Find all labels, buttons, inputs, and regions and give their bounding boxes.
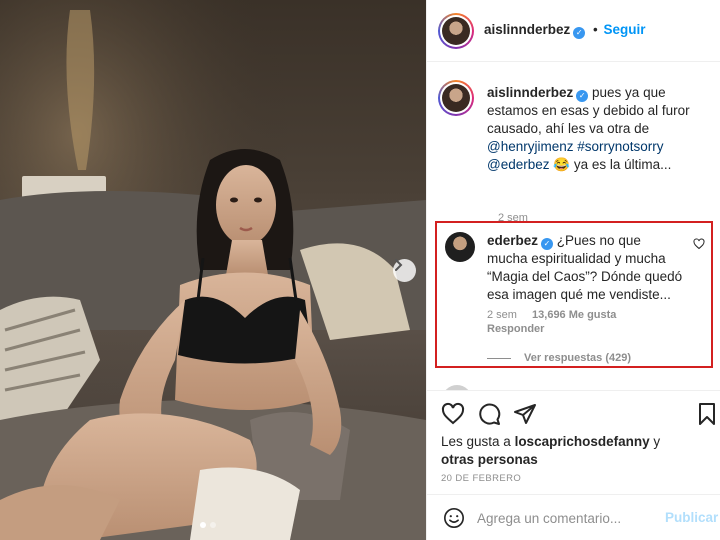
next-photo-button[interactable] bbox=[393, 259, 416, 282]
share-icon[interactable] bbox=[513, 402, 537, 426]
comments-list[interactable]: aislinnderbez ✓ pues ya que estamos en es… bbox=[427, 63, 720, 390]
comment-meta: 2 sem 13,696 Me gusta bbox=[487, 309, 616, 321]
likes-summary: Les gusta a loscaprichosdefanny y otras … bbox=[441, 433, 711, 469]
add-comment-bar: Publicar bbox=[427, 494, 720, 540]
post-date[interactable]: 20 DE FEBRERO bbox=[441, 473, 521, 484]
caption-username[interactable]: aislinnderbez bbox=[487, 85, 573, 100]
separator-bullet: • bbox=[593, 22, 598, 37]
carousel-dot-active bbox=[200, 522, 206, 528]
caption-avatar[interactable] bbox=[438, 80, 474, 116]
commenter-username[interactable]: ederbez bbox=[487, 233, 538, 248]
highlighted-comment: ederbez ✓ ¿Pues no que mucha espiritualid… bbox=[435, 221, 713, 368]
laughing-emoji: 😂 bbox=[553, 157, 571, 172]
photo-illustration bbox=[0, 0, 426, 540]
mention-link[interactable]: @henryjimenz bbox=[487, 139, 573, 154]
replies-divider bbox=[487, 357, 511, 359]
carousel-indicator bbox=[200, 522, 216, 528]
commenter-avatar[interactable] bbox=[445, 232, 475, 262]
like-comment-heart-icon[interactable] bbox=[693, 238, 705, 250]
comment-text: ederbez ✓ ¿Pues no que mucha espiritualid… bbox=[487, 232, 683, 304]
caption-body-end: ya es la última... bbox=[570, 157, 672, 172]
verified-icon: ✓ bbox=[541, 238, 554, 250]
hashtag-link[interactable]: #sorrynotsorry bbox=[577, 139, 663, 154]
comment-icon[interactable] bbox=[477, 402, 501, 426]
follow-button[interactable]: Seguir bbox=[604, 22, 646, 37]
author-username[interactable]: aislinnderbez bbox=[484, 22, 570, 37]
likes-connector: y bbox=[649, 434, 661, 449]
comment-timestamp[interactable]: 2 sem bbox=[487, 309, 517, 321]
heart-icon[interactable] bbox=[441, 402, 465, 426]
other-likers-link[interactable]: otras personas bbox=[441, 452, 538, 467]
post-side-panel: aislinnderbez ✓ • Seguir aislinnderbez ✓ p… bbox=[426, 0, 720, 540]
caption-text: aislinnderbez ✓ pues ya que estamos en es… bbox=[487, 84, 715, 174]
header-user-line: aislinnderbez ✓ • Seguir bbox=[484, 22, 646, 39]
view-replies-button[interactable]: Ver respuestas (429) bbox=[487, 352, 631, 364]
verified-icon: ✓ bbox=[573, 27, 586, 39]
liker-username[interactable]: loscaprichosdefanny bbox=[515, 434, 650, 449]
instagram-post-window: aislinnderbez ✓ • Seguir aislinnderbez ✓ p… bbox=[0, 0, 720, 540]
emoji-icon[interactable] bbox=[443, 507, 465, 529]
likes-prefix: Les gusta a bbox=[441, 434, 515, 449]
view-replies-label[interactable]: Ver respuestas (429) bbox=[524, 352, 631, 364]
verified-icon: ✓ bbox=[576, 90, 589, 102]
author-avatar[interactable] bbox=[438, 13, 474, 49]
mention-link[interactable]: @ederbez bbox=[487, 157, 550, 172]
publish-button[interactable]: Publicar bbox=[665, 510, 718, 525]
chevron-right-icon bbox=[395, 259, 403, 271]
post-actions: Les gusta a loscaprichosdefanny y otras … bbox=[427, 390, 720, 494]
carousel-dot bbox=[210, 522, 216, 528]
post-header: aislinnderbez ✓ • Seguir bbox=[427, 0, 720, 62]
comment-input[interactable] bbox=[477, 507, 657, 529]
reply-button[interactable]: Responder bbox=[487, 323, 544, 335]
post-photo[interactable] bbox=[0, 0, 426, 540]
bookmark-icon[interactable] bbox=[695, 402, 719, 426]
comment-like-count[interactable]: 13,696 Me gusta bbox=[532, 309, 616, 321]
